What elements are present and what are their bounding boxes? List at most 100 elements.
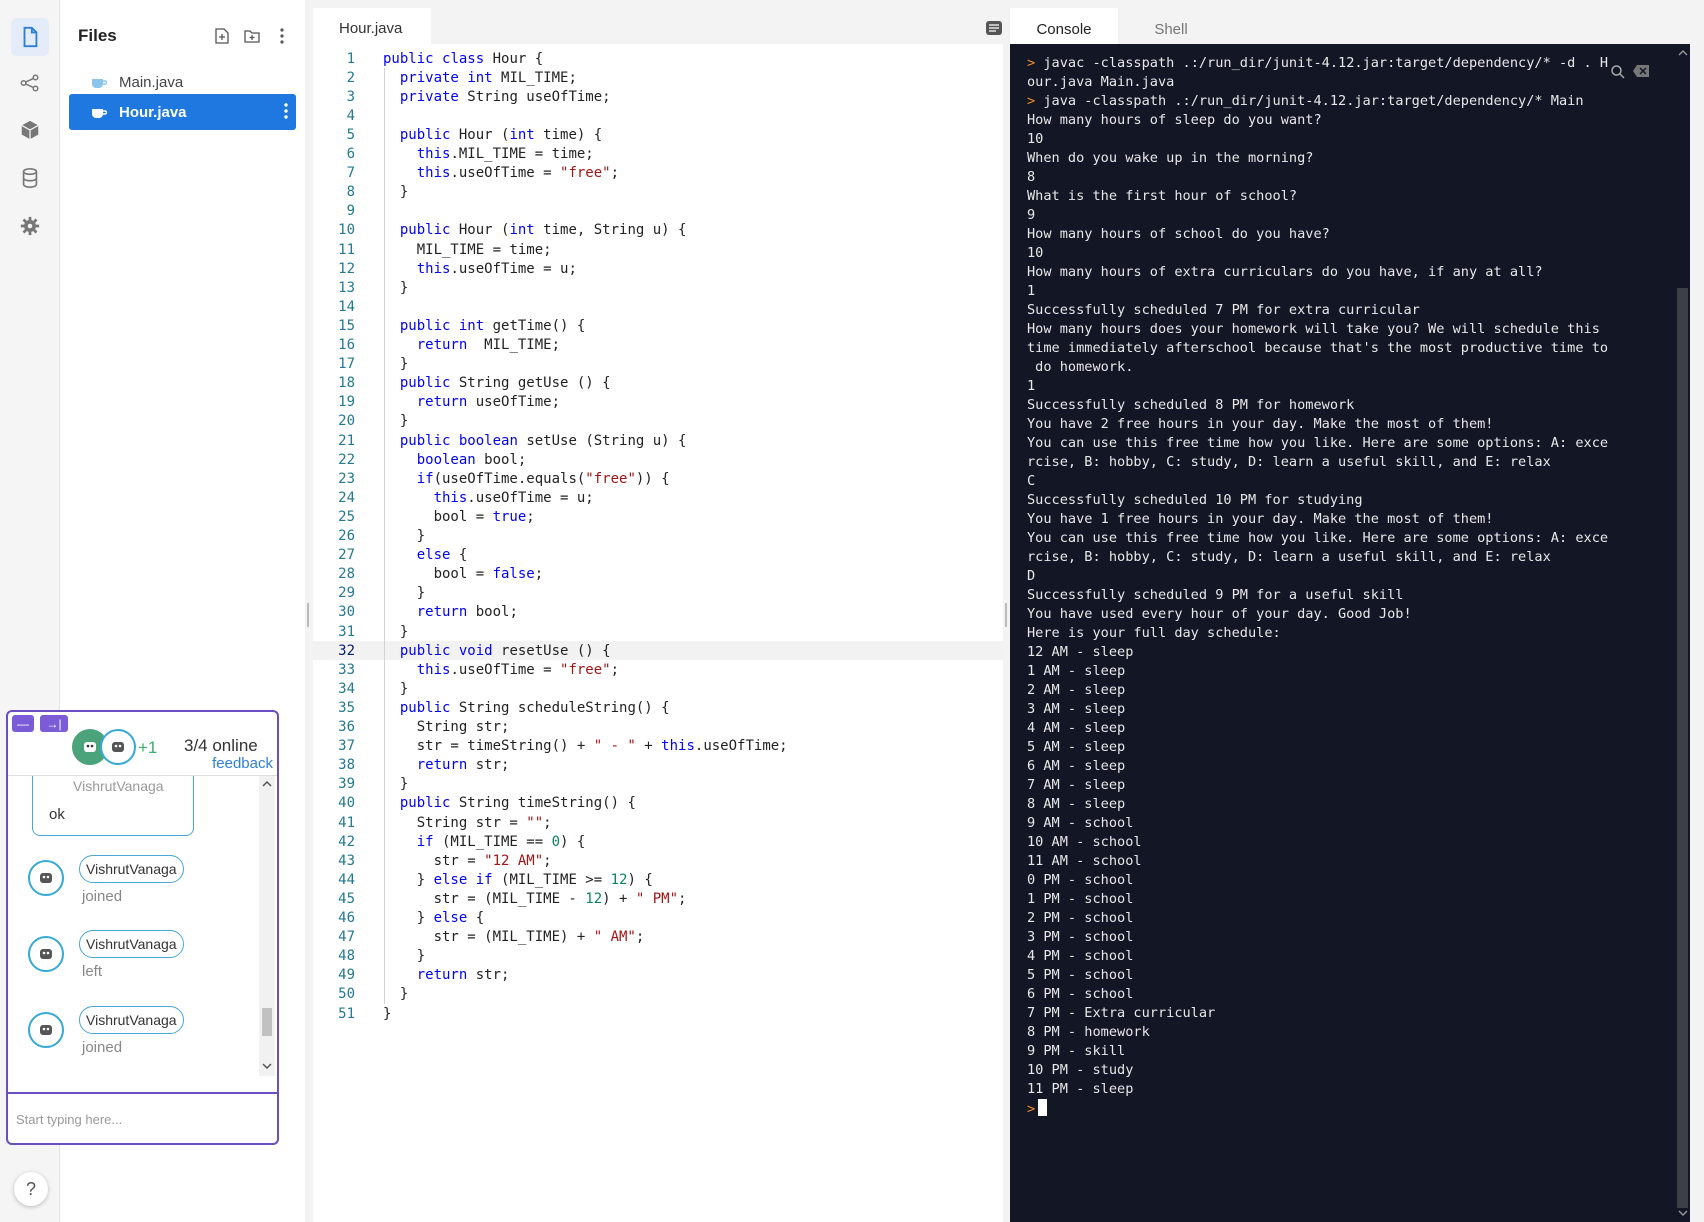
terminal-line: 12 AM - sleep [1027,644,1134,660]
code-line[interactable]: 42 if (MIL_TIME == 0) { [313,832,1003,851]
terminal-line: 11 AM - school [1027,853,1142,869]
code-line[interactable]: 32 public void resetUse () { [313,641,1003,661]
terminal-line: > javac -classpath .:/run_dir/junit-4.12… [1027,55,1609,71]
code-line[interactable]: 37 str = timeString() + " - " + this.use… [313,737,1003,756]
new-folder-icon[interactable] [243,27,261,45]
terminal[interactable]: > javac -classpath .:/run_dir/junit-4.12… [1010,44,1690,1222]
code-line[interactable]: 38 return str; [313,756,1003,775]
code-text: } [383,413,409,430]
code-line[interactable]: 36 String str; [313,718,1003,737]
code-line[interactable]: 24 this.useOfTime = u; [313,488,1003,507]
terminal-tools [1610,64,1650,85]
tab-console[interactable]: Console [1010,8,1118,44]
chat-input[interactable]: Start typing here... [8,1092,277,1142]
help-button[interactable]: ? [14,1172,48,1206]
feedback-link[interactable]: feedback [212,755,273,772]
packages-icon[interactable] [11,111,49,149]
new-file-icon[interactable] [213,27,231,45]
more-options-icon[interactable] [273,27,291,45]
editor-menu-icon[interactable] [985,20,1003,36]
files-nav-icon[interactable] [11,18,49,56]
database-icon[interactable] [11,159,49,197]
code-text: return bool; [416,604,518,621]
code-line[interactable]: 29 } [313,584,1003,603]
search-icon[interactable] [1610,64,1626,85]
code-line[interactable]: 18 public String getUse () { [313,374,1003,393]
settings-gear-icon[interactable] [11,207,49,245]
line-number: 51 [338,1005,355,1022]
code-line[interactable]: 41 String str = ""; [313,813,1003,832]
clear-icon[interactable] [1632,64,1650,85]
code-line[interactable]: 19 return useOfTime; [313,393,1003,412]
file-more-icon[interactable] [284,102,288,124]
code-line[interactable]: 51} [313,1004,1003,1023]
code-line[interactable]: 25 bool = true; [313,507,1003,526]
code-line[interactable]: 23 if(useOfTime.equals("free")) { [313,469,1003,488]
line-number: 49 [338,967,355,984]
code-line[interactable]: 4 [313,106,1003,125]
code-line[interactable]: 35 public String scheduleString() { [313,698,1003,717]
tab-hour-java[interactable]: Hour.java [313,8,431,44]
code-line[interactable]: 40 public String timeString() { [313,794,1003,813]
code-line[interactable]: 8 } [313,183,1003,202]
code-line[interactable]: 33 this.useOfTime = "free"; [313,660,1003,679]
code-line[interactable]: 6 this.MIL_TIME = time; [313,145,1003,164]
code-line[interactable]: 31 } [313,622,1003,641]
code-line[interactable]: 9 [313,202,1003,221]
code-text: } [383,986,409,1003]
code-line[interactable]: 26 } [313,527,1003,546]
tab-shell[interactable]: Shell [1118,8,1224,44]
file-name: Hour.java [119,103,187,121]
code-line[interactable]: 1 public class Hour { [313,49,1003,68]
code-line[interactable]: 50 } [313,985,1003,1004]
chat-scrollbar[interactable] [259,776,275,1076]
code-line[interactable]: 5 public Hour (int time) { [313,125,1003,144]
code-line[interactable]: 27 else { [313,546,1003,565]
file-item-hour-java[interactable]: Hour.java [69,94,296,130]
terminal-line: rcise, B: hobby, C: study, D: learn a us… [1027,454,1551,470]
terminal-line: 2 PM - school [1027,910,1134,926]
code-line[interactable]: 46 } else { [313,909,1003,928]
code-line[interactable]: 14 [313,297,1003,316]
code-line[interactable]: 45 str = (MIL_TIME - 12) + " PM"; [313,889,1003,908]
code-text: } [383,1005,392,1022]
code-line[interactable]: 12 this.useOfTime = u; [313,259,1003,278]
code-line[interactable]: 10 public Hour (int time, String u) { [313,221,1003,240]
code-line[interactable]: 13 } [313,278,1003,297]
code-line[interactable]: 30 return bool; [313,603,1003,622]
code-line[interactable]: 49 return str; [313,966,1003,985]
code-line[interactable]: 7 this.useOfTime = "free"; [313,164,1003,183]
code-area[interactable]: 1 public class Hour {2 private int MIL_TI… [313,45,1003,1222]
code-line[interactable]: 34 } [313,679,1003,698]
code-line[interactable]: 11 MIL_TIME = time; [313,240,1003,259]
terminal-line: 1 [1027,283,1036,299]
terminal-line: 0 PM - school [1027,872,1134,888]
code-line[interactable]: 3 private String useOfTime; [313,87,1003,106]
terminal-line: 8 [1027,169,1036,185]
scrollbar-thumb[interactable] [1677,288,1688,1208]
terminal-line: 10 [1027,245,1044,261]
code-line[interactable]: 28 bool = false; [313,565,1003,584]
code-line[interactable]: 39 } [313,775,1003,794]
minimize-icon[interactable]: — [12,715,34,732]
code-line[interactable]: 17 } [313,355,1003,374]
share-icon[interactable] [11,64,49,102]
line-number: 31 [338,623,355,640]
code-line[interactable]: 44 } else if (MIL_TIME >= 12) { [313,870,1003,889]
resize-handle[interactable] [1005,603,1007,627]
code-line[interactable]: 47 str = (MIL_TIME) + " AM"; [313,928,1003,947]
resize-handle[interactable] [307,603,309,627]
code-line[interactable]: 48 } [313,947,1003,966]
terminal-line: 5 PM - school [1027,967,1134,983]
terminal-input-line[interactable]: > [1027,1099,1672,1119]
terminal-scrollbar[interactable] [1676,44,1690,1222]
collapse-icon[interactable]: →| [40,715,68,732]
line-number: 46 [338,910,355,927]
code-line[interactable]: 20 } [313,412,1003,431]
code-line[interactable]: 2 private int MIL_TIME; [313,68,1003,87]
code-line[interactable]: 22 boolean bool; [313,450,1003,469]
code-line[interactable]: 15 public int getTime() { [313,316,1003,335]
code-line[interactable]: 43 str = "12 AM"; [313,851,1003,870]
code-line[interactable]: 16 return MIL_TIME; [313,336,1003,355]
code-line[interactable]: 21 public boolean setUse (String u) { [313,431,1003,450]
